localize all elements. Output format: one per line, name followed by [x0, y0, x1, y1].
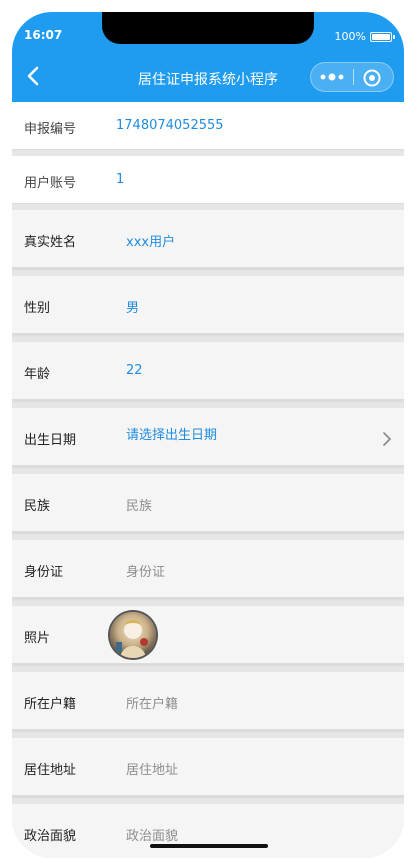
- birth-date-picker[interactable]: 请选择出生日期: [126, 424, 217, 443]
- field-label: 真实姓名: [24, 235, 77, 250]
- photo-image: [110, 612, 156, 658]
- household-input[interactable]: 所在户籍: [126, 693, 178, 712]
- age-input[interactable]: 22: [126, 363, 143, 378]
- field-label: 民族: [24, 499, 51, 514]
- nav-bar: 居住证申报系统小程序: [12, 52, 404, 102]
- field-value: 1: [116, 172, 125, 187]
- political-status-input[interactable]: 政治面貌: [126, 825, 178, 844]
- field-label: 用户账号: [24, 176, 77, 191]
- field-row-report-id: 申报编号 1748074052555: [12, 102, 404, 150]
- field-row-ethnicity[interactable]: 民族 民族: [12, 474, 404, 532]
- gender-input[interactable]: 男: [126, 297, 139, 316]
- ethnicity-input[interactable]: 民族: [126, 495, 152, 514]
- status-time: 16:07: [24, 28, 63, 42]
- real-name-input[interactable]: xxx用户: [126, 231, 175, 250]
- field-row-real-name[interactable]: 真实姓名 xxx用户: [12, 210, 404, 268]
- field-label: 照片: [24, 631, 51, 646]
- more-dots-icon[interactable]: [319, 69, 345, 85]
- field-label: 身份证: [24, 565, 64, 580]
- device-notch: [102, 12, 314, 44]
- field-label: 性别: [24, 301, 51, 316]
- field-row-photo[interactable]: 照片: [12, 606, 404, 664]
- chevron-right-icon[interactable]: [382, 432, 392, 446]
- id-card-input[interactable]: 身份证: [126, 561, 165, 580]
- capsule-divider: [353, 69, 354, 85]
- field-row-id-card[interactable]: 身份证 身份证: [12, 540, 404, 598]
- phone-frame: 16:07 100% 居住证申报系统小程序 申报编号 1748074052555: [12, 12, 404, 858]
- photo-avatar[interactable]: [110, 612, 156, 658]
- field-row-age[interactable]: 年龄 22: [12, 342, 404, 400]
- mini-program-capsule: [310, 62, 394, 92]
- field-row-gender[interactable]: 性别 男: [12, 276, 404, 334]
- field-row-political-status[interactable]: 政治面貌 政治面貌: [12, 804, 404, 858]
- address-input[interactable]: 居住地址: [126, 759, 178, 778]
- field-label: 所在户籍: [24, 697, 77, 712]
- field-row-household[interactable]: 所在户籍 所在户籍: [12, 672, 404, 730]
- field-row-birth-date[interactable]: 出生日期 请选择出生日期: [12, 408, 404, 466]
- field-label: 政治面貌: [24, 829, 77, 844]
- form-content: 申报编号 1748074052555 用户账号 1 真实姓名 xxx用户 性别 …: [12, 102, 404, 858]
- field-label: 居住地址: [24, 763, 77, 778]
- battery-percent: 100%: [334, 30, 366, 43]
- target-close-icon[interactable]: [363, 69, 381, 87]
- field-row-address[interactable]: 居住地址 居住地址: [12, 738, 404, 796]
- field-label: 申报编号: [24, 122, 77, 137]
- field-row-user-account: 用户账号 1: [12, 156, 404, 204]
- field-value: 1748074052555: [116, 118, 224, 133]
- field-label: 出生日期: [24, 433, 77, 448]
- field-label: 年龄: [24, 367, 51, 382]
- battery-icon: [370, 32, 395, 42]
- home-indicator: [150, 844, 268, 848]
